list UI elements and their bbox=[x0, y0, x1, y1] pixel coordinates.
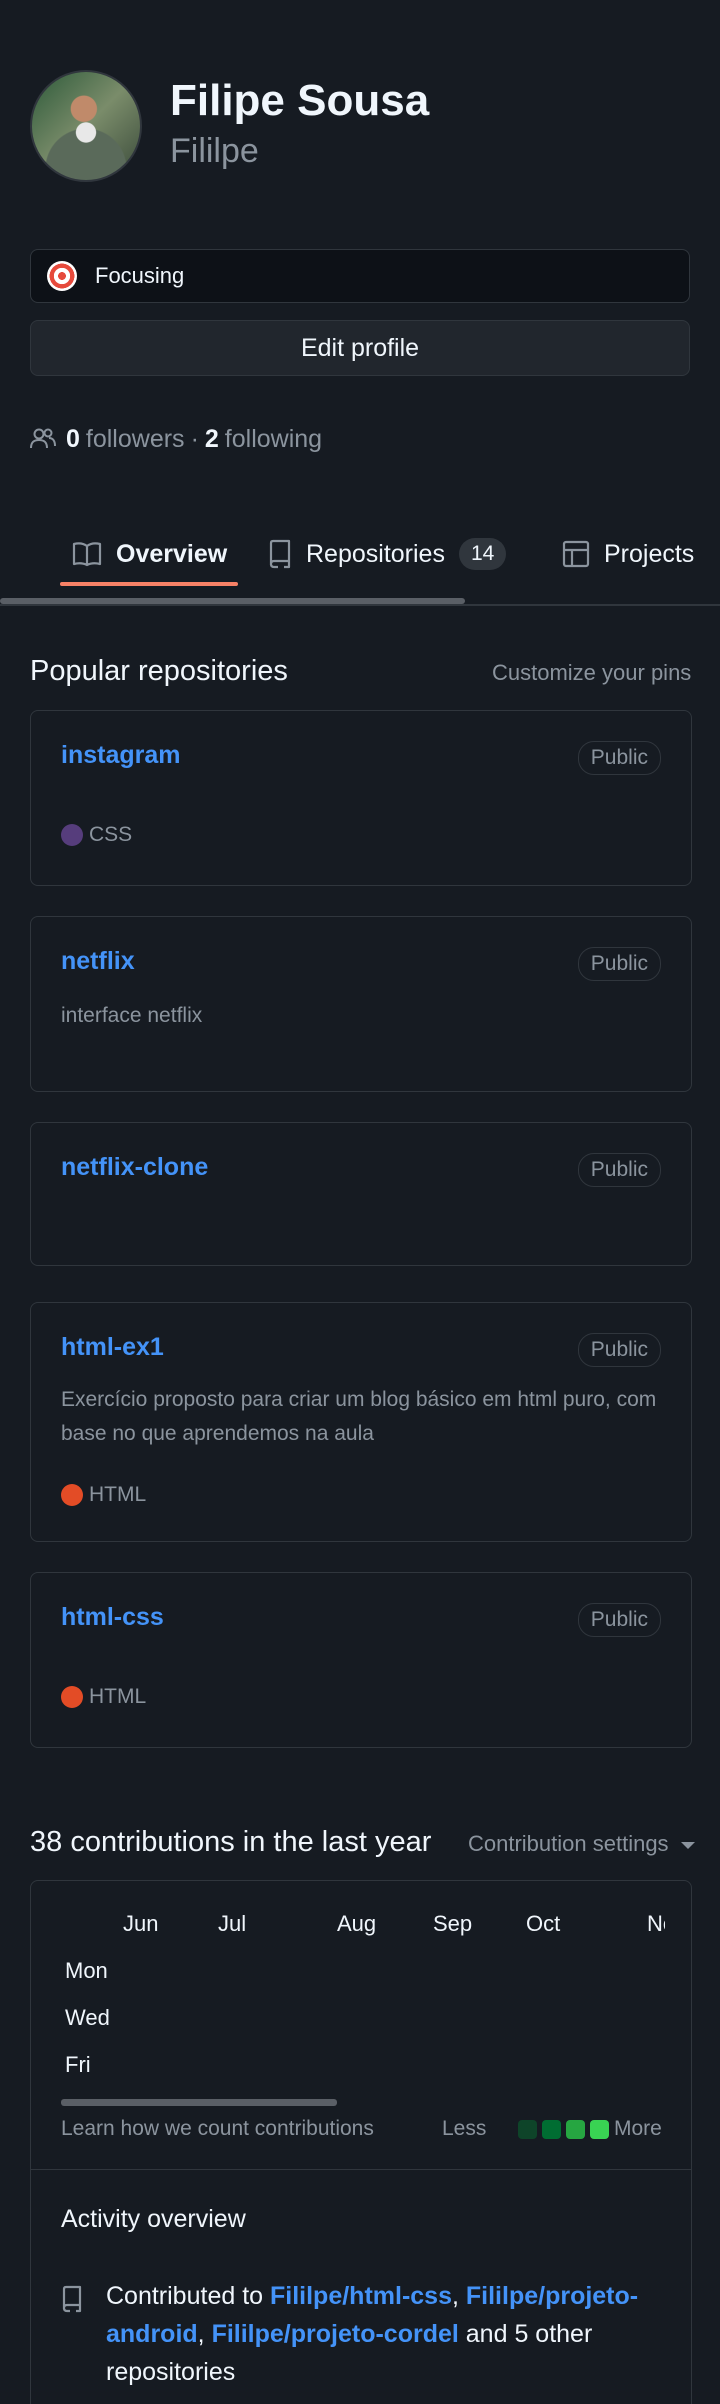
repo-card-html-ex1: html-ex1 Public Exercício proposto para … bbox=[30, 1302, 692, 1542]
month-label: Jul bbox=[218, 1911, 247, 1936]
day-label: Mon bbox=[65, 1958, 108, 1983]
contribution-settings-dropdown[interactable]: Contribution settings bbox=[468, 1831, 695, 1857]
follow-stats: 0 followers · 2 following bbox=[30, 424, 322, 454]
visibility-badge: Public bbox=[577, 1333, 661, 1367]
month-label: Jun bbox=[123, 1911, 159, 1936]
language-name: HTML bbox=[89, 1685, 147, 1708]
contributions-title: 38 contributions in the last year bbox=[30, 1826, 432, 1858]
repo-card-instagram: instagram Public CSS bbox=[30, 710, 692, 886]
day-label: Wed bbox=[65, 2005, 110, 2030]
profile-header: Filipe Sousa Fililpe bbox=[30, 70, 690, 182]
legend-more-label: More bbox=[614, 2117, 662, 2140]
contribution-settings-label: Contribution settings bbox=[468, 1831, 669, 1856]
tab-overview[interactable]: Overview bbox=[72, 526, 227, 582]
repo-language: HTML bbox=[61, 1483, 146, 1507]
following-link[interactable]: following bbox=[225, 425, 322, 454]
month-label: Aug bbox=[337, 1911, 377, 1936]
target-emoji-icon bbox=[47, 261, 77, 291]
repo-card-netflix-clone: netflix-clone Public bbox=[30, 1122, 692, 1266]
repo-language: CSS bbox=[61, 823, 132, 847]
tabs-scrollbar[interactable] bbox=[0, 598, 465, 604]
visibility-badge: Public bbox=[577, 947, 661, 981]
profile-tabs: Overview Repositories 14 Projects bbox=[0, 510, 720, 606]
status-text: Focusing bbox=[95, 263, 185, 288]
activity-repo-link[interactable]: Fililpe/html-css bbox=[270, 2282, 452, 2310]
profile-login: Fililpe bbox=[170, 132, 259, 170]
repo-description: interface netflix bbox=[61, 1004, 203, 1027]
language-name: CSS bbox=[89, 823, 133, 846]
table-icon bbox=[562, 540, 590, 568]
repo-name-link[interactable]: html-css bbox=[61, 1603, 164, 1632]
customize-pins-link[interactable]: Customize your pins bbox=[492, 660, 691, 686]
activity-separator: , bbox=[451, 2282, 459, 2310]
legend-level-3 bbox=[566, 2120, 585, 2139]
people-icon bbox=[30, 428, 56, 449]
repo-card-netflix: netflix Public interface netflix bbox=[30, 916, 692, 1092]
repo-card-html-css: html-css Public HTML bbox=[30, 1572, 692, 1748]
repo-name-link[interactable]: html-ex1 bbox=[61, 1333, 164, 1362]
profile-name: Filipe Sousa bbox=[170, 76, 430, 125]
repositories-counter: 14 bbox=[458, 538, 507, 570]
follow-separator: · bbox=[190, 424, 199, 453]
language-name: HTML bbox=[89, 1483, 147, 1506]
active-tab-underline bbox=[60, 582, 238, 586]
following-count[interactable]: 2 bbox=[205, 425, 219, 454]
tab-repositories-label: Repositories bbox=[306, 539, 445, 568]
legend-level-4 bbox=[590, 2120, 609, 2139]
language-color-icon bbox=[61, 824, 83, 846]
calendar-scrollbar[interactable] bbox=[61, 2099, 337, 2106]
repo-icon bbox=[269, 539, 291, 569]
popular-repositories-title: Popular repositories bbox=[30, 655, 288, 687]
month-label: No bbox=[647, 1911, 665, 1936]
activity-overview-title: Activity overview bbox=[61, 2205, 246, 2233]
repo-language: HTML bbox=[61, 1685, 146, 1709]
month-label: Sep bbox=[433, 1911, 473, 1936]
caret-down-icon bbox=[680, 1841, 695, 1849]
followers-count[interactable]: 0 bbox=[66, 425, 80, 454]
activity-prefix: Contributed to bbox=[106, 2282, 264, 2310]
tab-projects-label: Projects bbox=[604, 539, 695, 568]
language-color-icon bbox=[61, 1484, 83, 1506]
tab-overview-label: Overview bbox=[116, 539, 228, 568]
tab-repositories[interactable]: Repositories 14 bbox=[268, 526, 507, 582]
visibility-badge: Public bbox=[577, 741, 661, 775]
activity-text: Contributed to Fililpe/html-css, Fililpe… bbox=[106, 2277, 681, 2391]
repo-description: Exercício proposto para criar um blog bá… bbox=[61, 1388, 657, 1445]
contribution-calendar: Jun Jul Aug Sep Oct No Mon Wed Fri Learn… bbox=[30, 1880, 692, 2404]
avatar[interactable] bbox=[30, 70, 142, 182]
repo-icon bbox=[62, 2285, 82, 2313]
repo-name-link[interactable]: instagram bbox=[61, 741, 180, 770]
visibility-badge: Public bbox=[577, 1153, 661, 1187]
edit-profile-button[interactable]: Edit profile bbox=[30, 320, 690, 376]
activity-separator: , bbox=[197, 2320, 205, 2348]
tab-projects[interactable]: Projects bbox=[562, 526, 694, 582]
learn-contributions-link[interactable]: Learn how we count contributions bbox=[61, 2117, 374, 2141]
language-color-icon bbox=[61, 1686, 83, 1708]
legend-level-1 bbox=[518, 2120, 537, 2139]
month-label: Oct bbox=[526, 1911, 561, 1936]
legend-level-2 bbox=[542, 2120, 561, 2139]
day-label: Fri bbox=[65, 2052, 91, 2077]
status-button[interactable]: Focusing bbox=[30, 249, 690, 303]
repo-name-link[interactable]: netflix-clone bbox=[61, 1153, 208, 1182]
followers-link[interactable]: followers bbox=[86, 425, 185, 454]
divider bbox=[31, 2169, 691, 2170]
activity-repo-link[interactable]: Fililpe/projeto-cordel bbox=[212, 2320, 459, 2348]
visibility-badge: Public bbox=[577, 1603, 661, 1637]
book-icon bbox=[72, 542, 102, 567]
repo-name-link[interactable]: netflix bbox=[61, 947, 135, 976]
legend-less-label: Less bbox=[442, 2117, 487, 2140]
